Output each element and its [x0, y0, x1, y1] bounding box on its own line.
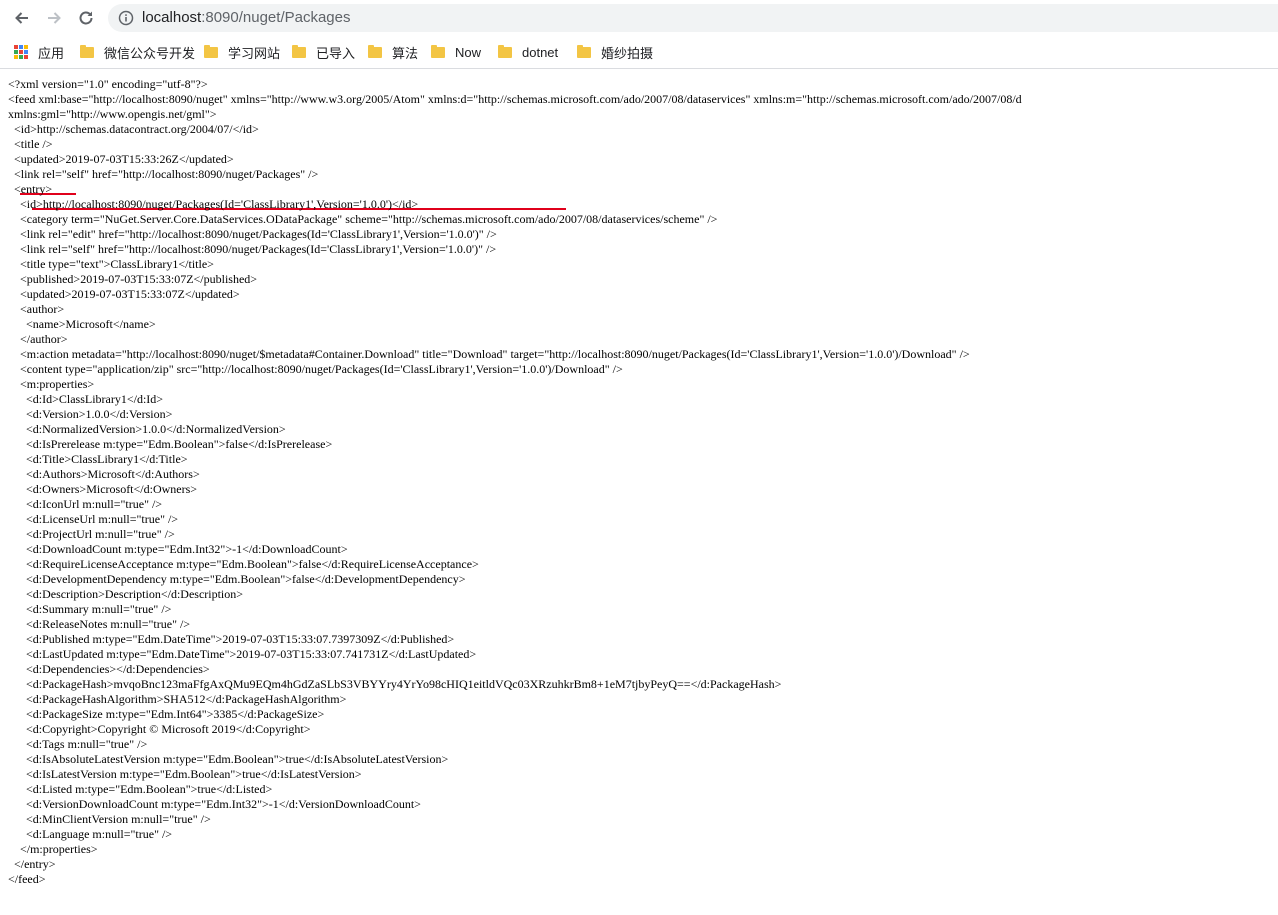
folder-icon	[498, 44, 512, 58]
bookmark-label: 已导入	[316, 45, 356, 61]
xml-line: <content type="application/zip" src="htt…	[8, 362, 623, 376]
bookmark-folder[interactable]: dotnet	[498, 42, 558, 62]
xml-line: <entry>	[8, 182, 53, 196]
xml-line: <d:IsLatestVersion m:type="Edm.Boolean">…	[8, 767, 362, 781]
xml-line: <d:IsPrerelease m:type="Edm.Boolean">fal…	[8, 437, 333, 451]
xml-line: <d:PackageHashAlgorithm>SHA512</d:Packag…	[8, 692, 347, 706]
xml-line: <m:properties>	[8, 377, 95, 391]
folder-icon	[204, 44, 218, 58]
xml-line: <d:Copyright>Copyright © Microsoft 2019<…	[8, 722, 311, 736]
forward-button[interactable]	[41, 5, 67, 31]
xml-line: <d:Summary m:null="true" />	[8, 602, 172, 616]
xml-line: </feed>	[8, 872, 46, 886]
xml-line: </author>	[8, 332, 68, 346]
bookmark-label: Now	[455, 44, 482, 60]
xml-line: <id>http://schemas.datacontract.org/2004…	[8, 122, 259, 136]
url-path: :8090/nuget/Packages	[201, 9, 351, 26]
xml-line: <d:IsAbsoluteLatestVersion m:type="Edm.B…	[8, 752, 449, 766]
xml-line: <d:Listed m:type="Edm.Boolean">true</d:L…	[8, 782, 273, 796]
xml-line: <published>2019-07-03T15:33:07Z</publish…	[8, 272, 258, 286]
xml-line: <d:Dependencies></d:Dependencies>	[8, 662, 210, 676]
folder-icon	[292, 44, 306, 58]
bookmark-label: 应用	[38, 45, 65, 61]
xml-line: <d:Version>1.0.0</d:Version>	[8, 407, 173, 421]
bookmark-label: 学习网站	[228, 45, 281, 61]
xml-line: <d:NormalizedVersion>1.0.0</d:Normalized…	[8, 422, 286, 436]
xml-line: </m:properties>	[8, 842, 98, 856]
bookmark-label: 微信公众号开发	[104, 45, 196, 61]
folder-icon	[431, 44, 445, 58]
bookmark-folder[interactable]: 学习网站	[204, 42, 280, 62]
url-host: localhost	[142, 9, 202, 26]
xml-line: <d:Description>Description</d:Descriptio…	[8, 587, 244, 601]
folder-icon	[577, 44, 591, 58]
xml-line: <m:action metadata="http://localhost:809…	[8, 347, 970, 361]
bookmark-label: 算法	[392, 45, 419, 61]
xml-line: <updated>2019-07-03T15:33:07Z</updated>	[8, 287, 240, 301]
xml-line: <d:ReleaseNotes m:null="true" />	[8, 617, 191, 631]
address-bar[interactable]: localhost:8090/nuget/Packages	[108, 4, 1278, 32]
back-arrow-icon	[15, 12, 28, 24]
bookmark-folder[interactable]: Now	[431, 42, 481, 62]
xml-line: <d:DownloadCount m:type="Edm.Int32">-1</…	[8, 542, 348, 556]
reload-button[interactable]	[73, 5, 99, 31]
xml-line: <d:ProjectUrl m:null="true" />	[8, 527, 175, 541]
bookmark-folder[interactable]: 婚纱拍摄	[577, 42, 653, 62]
xml-line: <d:Id>ClassLibrary1</d:Id>	[8, 392, 164, 406]
xml-line: <d:Authors>Microsoft</d:Authors>	[8, 467, 200, 481]
xml-line: <?xml version="1.0" encoding="utf-8"?>	[8, 77, 208, 91]
xml-line: <category term="NuGet.Server.Core.DataSe…	[8, 212, 718, 226]
xml-line: <link rel="self" href="http://localhost:…	[8, 242, 497, 256]
xml-line: <d:VersionDownloadCount m:type="Edm.Int3…	[8, 797, 421, 811]
info-icon[interactable]	[118, 10, 134, 26]
xml-line: <d:Published m:type="Edm.DateTime">2019-…	[8, 632, 455, 646]
forward-arrow-icon	[48, 12, 61, 24]
xml-line: <feed xml:base="http://localhost:8090/nu…	[8, 92, 1022, 106]
reload-icon	[79, 11, 93, 25]
xml-line: <link rel="self" href="http://localhost:…	[8, 167, 319, 181]
xml-line: <d:LicenseUrl m:null="true" />	[8, 512, 179, 526]
xml-line: <link rel="edit" href="http://localhost:…	[8, 227, 497, 241]
xml-document: <?xml version="1.0" encoding="utf-8"?> <f…	[0, 69, 1278, 915]
back-button[interactable]	[9, 5, 35, 31]
bookmark-folder[interactable]: 微信公众号开发	[80, 42, 195, 62]
xml-line: <d:Tags m:null="true" />	[8, 737, 148, 751]
folder-icon	[368, 44, 382, 58]
xml-line: <d:MinClientVersion m:null="true" />	[8, 812, 211, 826]
browser-toolbar: localhost:8090/nuget/Packages	[0, 0, 1278, 36]
xml-line: <d:PackageSize m:type="Edm.Int64">3385</…	[8, 707, 325, 721]
xml-line: xmlns:gml="http://www.opengis.net/gml">	[8, 107, 217, 121]
xml-line: <d:PackageHash>mvqoBnc123maFfgAxQMu9EQm4…	[8, 677, 782, 691]
xml-line: <d:RequireLicenseAcceptance m:type="Edm.…	[8, 557, 479, 571]
xml-line: </entry>	[8, 857, 56, 871]
url-text[interactable]: localhost:8090/nuget/Packages	[142, 9, 351, 26]
bookmark-apps[interactable]: 应用	[14, 42, 64, 62]
bookmark-folder[interactable]: 算法	[368, 42, 418, 62]
bookmarks-bar: 应用 微信公众号开发 学习网站 已导入 算法 Now dotnet 婚纱拍摄	[0, 36, 1278, 69]
folder-icon	[80, 44, 94, 58]
apps-grid-icon	[14, 45, 28, 59]
bookmark-label: dotnet	[522, 44, 559, 60]
xml-line: <name>Microsoft</name>	[8, 317, 156, 331]
xml-line: <title />	[8, 137, 53, 151]
xml-line: <d:DevelopmentDependency m:type="Edm.Boo…	[8, 572, 466, 586]
xml-line: <id>http://localhost:8090/nuget/Packages…	[8, 197, 419, 211]
xml-line: <d:Owners>Microsoft</d:Owners>	[8, 482, 198, 496]
xml-line: <title type="text">ClassLibrary1</title>	[8, 257, 214, 271]
xml-line: <d:IconUrl m:null="true" />	[8, 497, 163, 511]
xml-line: <d:Title>ClassLibrary1</d:Title>	[8, 452, 188, 466]
xml-line: <d:LastUpdated m:type="Edm.DateTime">201…	[8, 647, 477, 661]
bookmark-folder[interactable]: 已导入	[292, 42, 355, 62]
bookmark-label: 婚纱拍摄	[601, 45, 654, 61]
xml-line: <author>	[8, 302, 65, 316]
xml-line: <d:Language m:null="true" />	[8, 827, 173, 841]
xml-line: <updated>2019-07-03T15:33:26Z</updated>	[8, 152, 234, 166]
